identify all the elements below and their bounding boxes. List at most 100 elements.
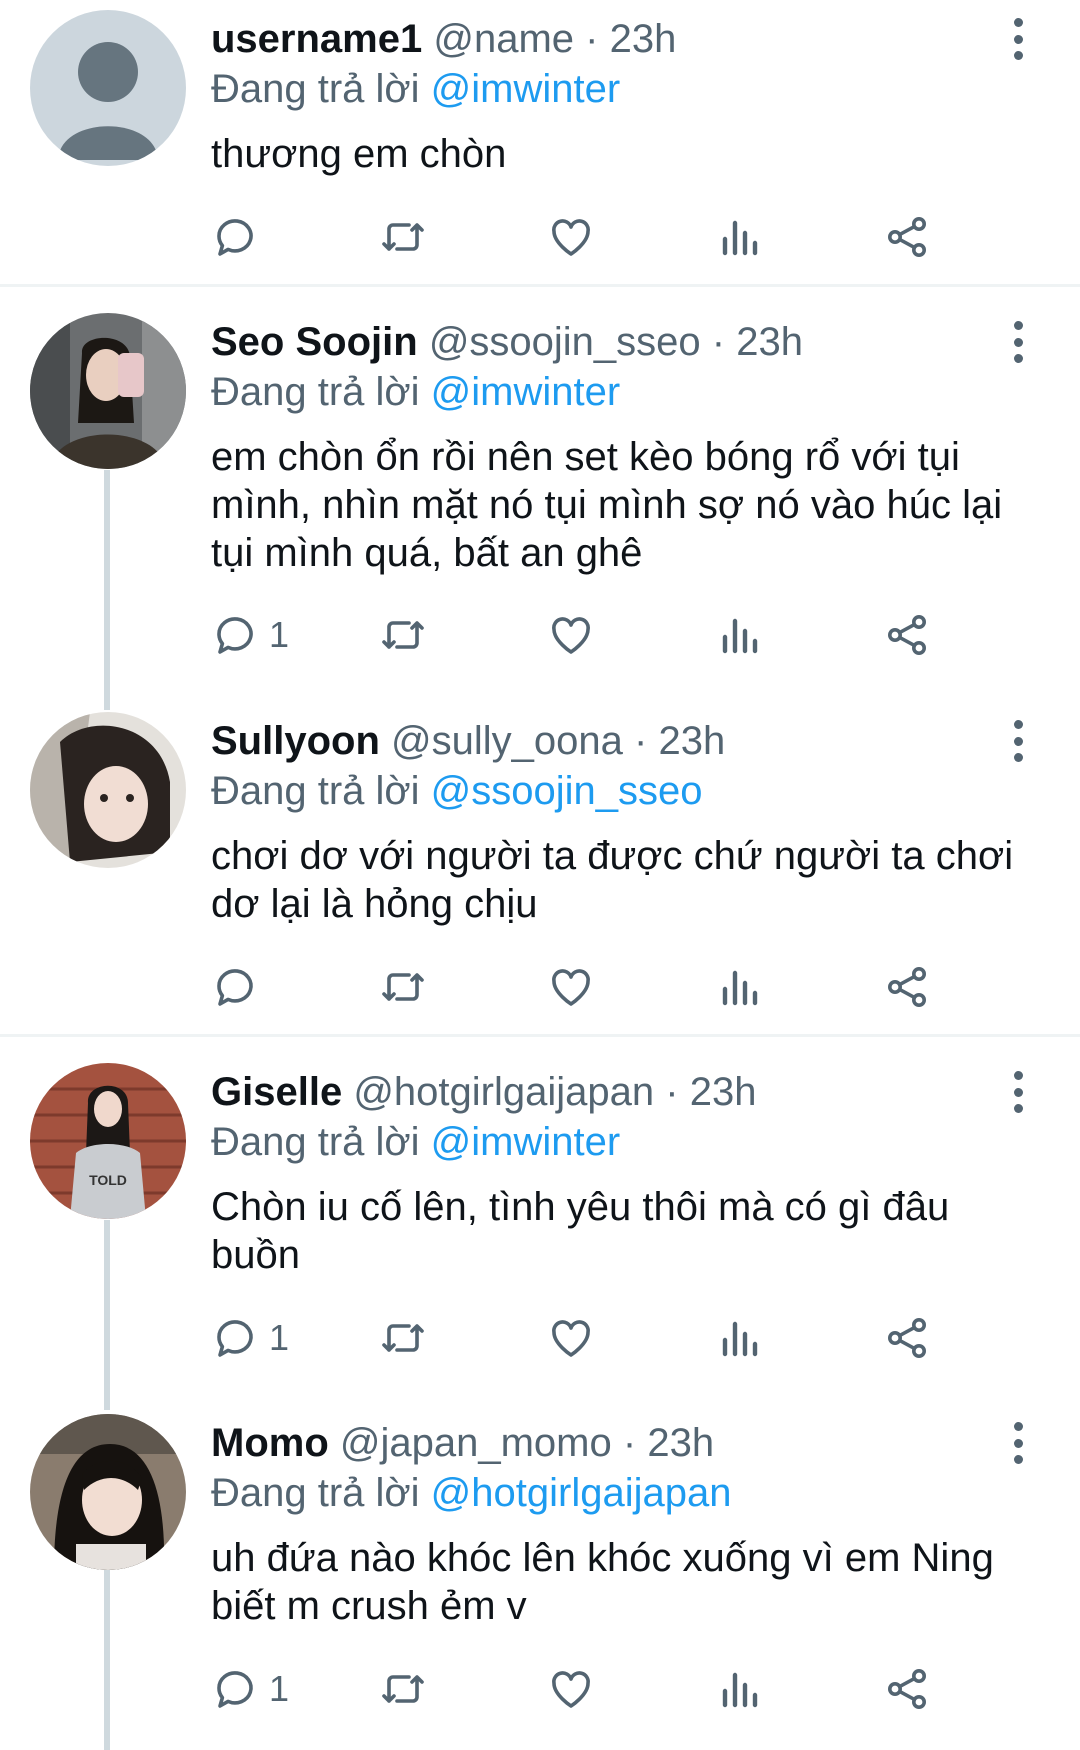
display-name[interactable]: username1 xyxy=(211,17,422,61)
timestamp[interactable]: 23h xyxy=(658,719,725,763)
share-button[interactable] xyxy=(883,1659,931,1719)
reply-button[interactable]: 1 xyxy=(211,1659,289,1719)
retweet-icon xyxy=(382,973,424,1001)
tweet-header: Momo @japan_momo · 23h xyxy=(211,1418,1030,1468)
reply-button[interactable] xyxy=(211,957,269,1017)
avatar[interactable]: TOLD xyxy=(30,1063,186,1219)
display-name[interactable]: Giselle xyxy=(211,1070,342,1114)
reply-to-handle-link[interactable]: @imwinter xyxy=(431,1120,621,1164)
user-handle[interactable]: @name xyxy=(433,17,574,61)
heart-icon xyxy=(552,1320,590,1357)
tweet[interactable]: TOLD Giselle @hotgirlgaijapan · 23h Đang… xyxy=(0,1053,1080,1403)
reply-button[interactable]: 1 xyxy=(211,1308,289,1368)
retweet-button[interactable] xyxy=(379,957,427,1017)
retweet-icon xyxy=(382,223,424,251)
tweet-content: username1 @name · 23h Đang trả lời @imwi… xyxy=(211,14,1030,178)
like-button[interactable] xyxy=(547,957,595,1017)
views-button[interactable] xyxy=(715,207,763,267)
retweet-icon xyxy=(382,1324,424,1352)
reply-feed: username1 @name · 23h Đang trả lời @imwi… xyxy=(0,0,1080,1750)
timestamp[interactable]: 23h xyxy=(647,1421,714,1465)
tweet-header: username1 @name · 23h xyxy=(211,14,1030,64)
timestamp[interactable]: 23h xyxy=(736,320,803,364)
display-name[interactable]: Sullyoon xyxy=(211,719,380,763)
timestamp[interactable]: 23h xyxy=(690,1070,757,1114)
share-icon xyxy=(888,1669,926,1709)
share-button[interactable] xyxy=(883,605,931,665)
timestamp[interactable]: 23h xyxy=(610,17,677,61)
views-button[interactable] xyxy=(715,1308,763,1368)
more-options-icon[interactable] xyxy=(1006,720,1030,762)
views-button[interactable] xyxy=(715,605,763,665)
user-handle[interactable]: @ssoojin_sseo xyxy=(429,320,701,364)
like-button[interactable] xyxy=(547,1308,595,1368)
more-options-icon[interactable] xyxy=(1006,1071,1030,1113)
tweet[interactable]: Sullyoon @sully_oona · 23h Đang trả lời … xyxy=(0,702,1080,1036)
analytics-icon xyxy=(722,1672,758,1708)
avatar[interactable] xyxy=(30,10,186,166)
separator-dot: · xyxy=(634,719,648,763)
views-button[interactable] xyxy=(715,957,763,1017)
user-handle[interactable]: @hotgirlgaijapan xyxy=(353,1070,654,1114)
reply-count: 1 xyxy=(269,1668,290,1709)
user-handle[interactable]: @japan_momo xyxy=(340,1421,612,1465)
tweet-content: Momo @japan_momo · 23h Đang trả lời @hot… xyxy=(211,1418,1030,1630)
replying-to-label: Đang trả lời xyxy=(211,1471,420,1515)
share-button[interactable] xyxy=(883,957,931,1017)
share-icon xyxy=(888,615,926,655)
share-button[interactable] xyxy=(883,1308,931,1368)
replying-to: Đang trả lời @imwinter xyxy=(211,1117,1030,1167)
tweet[interactable]: Momo @japan_momo · 23h Đang trả lời @hot… xyxy=(0,1404,1080,1750)
action-bar: 1 xyxy=(211,1659,1011,1719)
heart-icon xyxy=(552,969,590,1006)
replying-to-label: Đang trả lời xyxy=(211,370,420,414)
display-name[interactable]: Seo Soojin xyxy=(211,320,418,364)
svg-text:TOLD: TOLD xyxy=(89,1172,127,1188)
views-button[interactable] xyxy=(715,1659,763,1719)
profile-photo xyxy=(30,1414,186,1570)
reply-button[interactable] xyxy=(211,207,269,267)
tweet-text: em chòn ổn rồi nên set kèo bóng rổ với t… xyxy=(211,435,1003,575)
avatar[interactable] xyxy=(30,313,186,469)
reply-icon xyxy=(217,1671,253,1708)
tweet-content: Sullyoon @sully_oona · 23h Đang trả lời … xyxy=(211,716,1030,928)
reply-button[interactable]: 1 xyxy=(211,605,289,665)
reply-icon xyxy=(217,969,253,1006)
reply-icon xyxy=(217,1320,253,1357)
divider xyxy=(0,284,1080,287)
share-icon xyxy=(888,1318,926,1358)
reply-to-handle-link[interactable]: @ssoojin_sseo xyxy=(431,769,703,813)
reply-icon xyxy=(217,617,253,654)
analytics-icon xyxy=(722,618,758,654)
more-options-icon[interactable] xyxy=(1006,1422,1030,1464)
profile-photo: TOLD xyxy=(30,1063,186,1219)
more-options-icon[interactable] xyxy=(1006,321,1030,363)
avatar[interactable] xyxy=(30,712,186,868)
display-name[interactable]: Momo xyxy=(211,1421,329,1465)
retweet-button[interactable] xyxy=(379,207,427,267)
reply-count: 1 xyxy=(269,1317,290,1358)
more-options-icon[interactable] xyxy=(1006,18,1030,60)
share-button[interactable] xyxy=(883,207,931,267)
tweet[interactable]: Seo Soojin @ssoojin_sseo · 23h Đang trả … xyxy=(0,303,1080,683)
like-button[interactable] xyxy=(547,1659,595,1719)
reply-to-handle-link[interactable]: @imwinter xyxy=(431,67,621,111)
replying-to-label: Đang trả lời xyxy=(211,769,420,813)
action-bar: 1 xyxy=(211,1308,1011,1368)
reply-to-handle-link[interactable]: @hotgirlgaijapan xyxy=(431,1471,732,1515)
tweet-text: uh đứa nào khóc lên khóc xuống vì em Nin… xyxy=(211,1536,994,1628)
like-button[interactable] xyxy=(547,605,595,665)
share-icon xyxy=(888,967,926,1007)
retweet-button[interactable] xyxy=(379,1659,427,1719)
retweet-button[interactable] xyxy=(379,605,427,665)
default-avatar-icon xyxy=(30,10,186,166)
reply-to-handle-link[interactable]: @imwinter xyxy=(431,370,621,414)
user-handle[interactable]: @sully_oona xyxy=(391,719,623,763)
tweet-text: thương em chòn xyxy=(211,132,507,176)
avatar[interactable] xyxy=(30,1414,186,1570)
like-button[interactable] xyxy=(547,207,595,267)
retweet-icon xyxy=(382,1675,424,1703)
tweet-content: Seo Soojin @ssoojin_sseo · 23h Đang trả … xyxy=(211,317,1030,577)
tweet[interactable]: username1 @name · 23h Đang trả lời @imwi… xyxy=(0,0,1080,284)
retweet-button[interactable] xyxy=(379,1308,427,1368)
